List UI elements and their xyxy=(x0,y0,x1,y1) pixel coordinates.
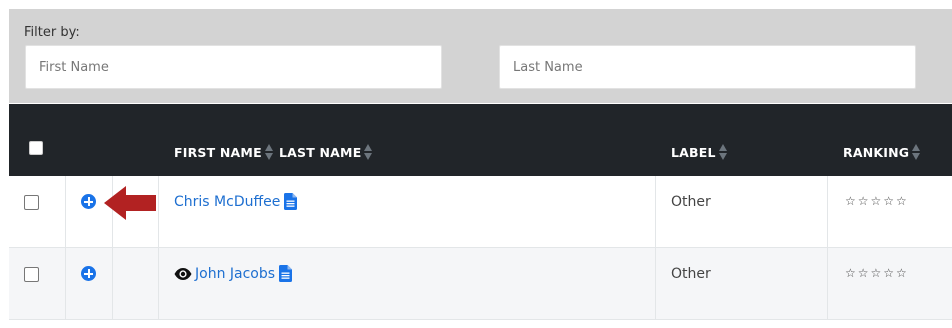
first-name-header-label: FIRST NAME xyxy=(174,144,262,160)
ranking-stars[interactable]: ☆☆☆☆☆ xyxy=(845,194,909,208)
row-select-checkbox[interactable] xyxy=(24,195,39,210)
expand-plus-icon[interactable] xyxy=(81,194,96,209)
column-divider xyxy=(158,176,159,247)
column-divider xyxy=(655,176,656,247)
table-row: Chris McDuffee Other ☆☆☆☆☆ xyxy=(9,176,952,248)
eye-icon xyxy=(174,267,192,280)
select-all-checkbox[interactable] xyxy=(29,141,43,155)
ranking-stars[interactable]: ☆☆☆☆☆ xyxy=(845,266,909,280)
row-select-checkbox[interactable] xyxy=(24,267,39,282)
red-pointer-arrow-icon xyxy=(104,186,156,220)
last-name-filter-input[interactable] xyxy=(499,45,916,89)
column-divider xyxy=(827,176,828,247)
column-divider xyxy=(112,248,113,319)
filter-label: Filter by: xyxy=(24,25,80,40)
last-name-column-header[interactable]: LAST NAME xyxy=(279,144,373,160)
label-cell: Other xyxy=(671,266,711,282)
column-divider xyxy=(655,248,656,319)
column-divider xyxy=(158,248,159,319)
sort-icon xyxy=(264,144,273,160)
label-column-header[interactable]: LABEL xyxy=(671,144,727,160)
table-header: FIRST NAME LAST NAME LABEL RANKING xyxy=(9,104,952,176)
document-icon[interactable] xyxy=(284,193,298,210)
label-cell: Other xyxy=(671,194,711,210)
filter-bar: Filter by: xyxy=(9,9,952,103)
contact-name-cell: Chris McDuffee xyxy=(174,193,298,210)
contact-name-link[interactable]: Chris McDuffee xyxy=(174,194,280,210)
column-divider xyxy=(65,176,66,247)
expand-plus-icon[interactable] xyxy=(81,266,96,281)
column-divider xyxy=(827,248,828,319)
first-name-column-header[interactable]: FIRST NAME xyxy=(174,144,273,160)
ranking-column-header[interactable]: RANKING xyxy=(843,144,921,160)
sort-icon xyxy=(718,144,727,160)
sort-icon xyxy=(912,144,921,160)
ranking-header-label: RANKING xyxy=(843,144,910,160)
sort-icon xyxy=(364,144,373,160)
contact-name-link[interactable]: John Jacobs xyxy=(195,266,275,282)
contact-name-cell: John Jacobs xyxy=(174,265,293,282)
first-name-filter-input[interactable] xyxy=(25,45,442,89)
column-divider xyxy=(65,248,66,319)
last-name-header-label: LAST NAME xyxy=(279,144,362,160)
document-icon[interactable] xyxy=(279,265,293,282)
table-row: John Jacobs Other ☆☆☆☆☆ xyxy=(9,248,952,320)
label-header-label: LABEL xyxy=(671,144,716,160)
